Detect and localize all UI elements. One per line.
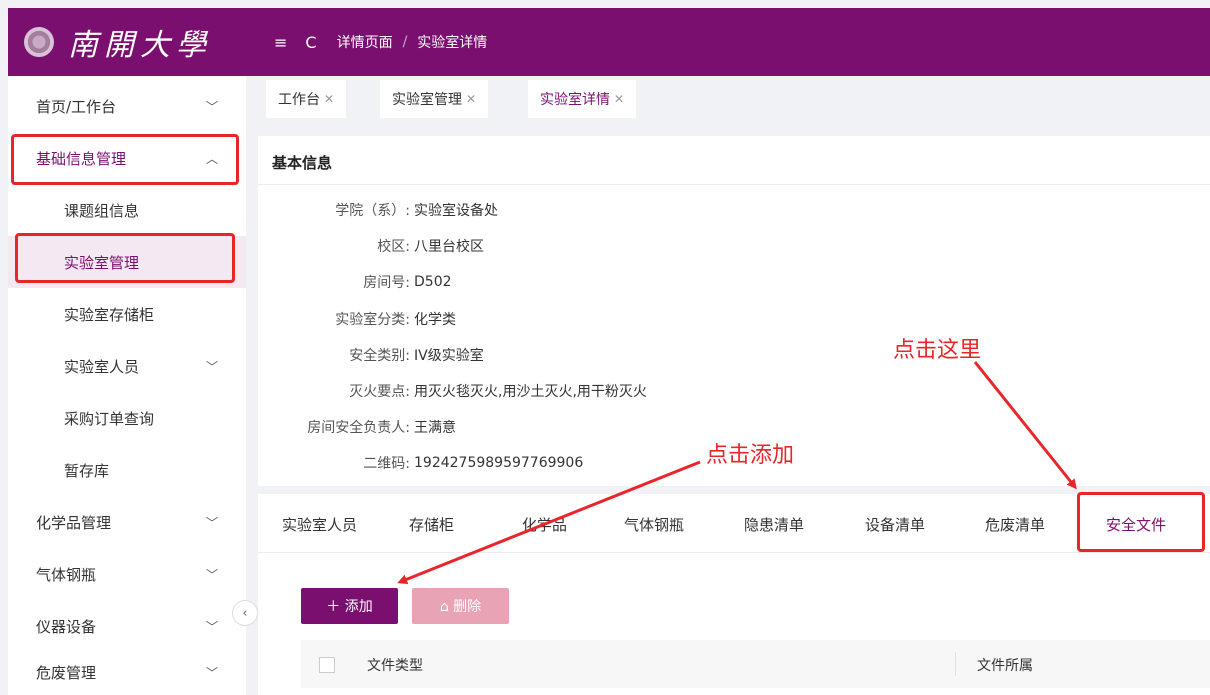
tab-label: 实验室管理 [392, 92, 462, 108]
annotation-box-safety-documents [1077, 492, 1205, 552]
tab-label: 实验室详情 [540, 92, 610, 108]
chevron-down-icon: ﹀ [206, 665, 219, 680]
page-tabs: 工作台 ✕ 实验室管理 ✕ 实验室详情 ✕ [258, 80, 1210, 120]
sidebar-item-chemicals[interactable]: 化学品管理 ﹀ [8, 496, 246, 548]
breadcrumb-item-detail-page[interactable]: 详情页面 [337, 32, 393, 52]
sidebar-item-label: 首页/工作台 [36, 97, 117, 116]
subtab-chemicals[interactable]: 化学品 [522, 514, 567, 535]
tab-workbench[interactable]: 工作台 ✕ [266, 80, 347, 118]
annotation-box-basic-info [11, 134, 239, 185]
sidebar-item-label: 课题组信息 [64, 201, 140, 220]
sidebar-item-label: 气体钢瓶 [36, 565, 97, 584]
annotation-click-here: 点击这里 [893, 338, 982, 363]
sidebar-item-lab-cabinet[interactable]: 实验室存储柜 [8, 288, 246, 340]
annotation-box-lab-management [15, 233, 235, 283]
basic-info-card: 基本信息 学院（系）: 实验室设备处 校区: 八里台校区 房间号: D502 实… [258, 136, 1210, 486]
sidebar-item-label: 实验室存储柜 [64, 305, 155, 324]
info-value: 王满意 [414, 420, 456, 436]
sidebar-item-lab-personnel[interactable]: 实验室人员 ﹀ [8, 340, 246, 392]
info-label: 二维码: [363, 456, 410, 472]
column-divider [955, 652, 956, 676]
tab-lab-detail[interactable]: 实验室详情 ✕ [528, 80, 637, 118]
tab-label: 工作台 [278, 92, 320, 108]
sidebar-item-project-group[interactable]: 课题组信息 [8, 184, 246, 236]
divider [258, 184, 1210, 185]
column-header-file-owner: 文件所属 [977, 658, 1033, 674]
subtab-cabinets[interactable]: 存储柜 [409, 514, 454, 535]
info-row-safety-class: 安全类别: IV级实验室 [258, 341, 858, 369]
subtab-gas-cylinders[interactable]: 气体钢瓶 [624, 514, 684, 535]
refresh-icon[interactable]: C [305, 33, 316, 52]
card-title: 基本信息 [272, 154, 333, 172]
logo: 南開大學 [8, 20, 256, 64]
sidebar-item-temp-storage[interactable]: 暂存库 [8, 444, 246, 496]
column-header-file-type: 文件类型 [367, 658, 423, 674]
chevron-down-icon: ﹀ [206, 567, 219, 582]
chevron-down-icon: ﹀ [206, 99, 219, 114]
info-label: 实验室分类: [335, 312, 410, 328]
info-row-fire-points: 灭火要点: 用灭火毯灭火,用沙土灭火,用干粉灭火 [258, 377, 858, 405]
info-label: 房间号: [363, 275, 410, 291]
chevron-down-icon: ﹀ [206, 359, 219, 374]
subtab-lab-personnel[interactable]: 实验室人员 [282, 514, 357, 535]
sidebar-item-label: 实验室人员 [64, 357, 140, 376]
sidebar-item-instruments[interactable]: 仪器设备 ﹀ [8, 600, 246, 652]
delete-button[interactable]: ⌂ 删除 [412, 588, 509, 624]
university-seal-icon [24, 27, 54, 57]
sidebar-collapse-icon[interactable]: ‹ [232, 600, 258, 626]
breadcrumb-item-lab-detail: 实验室详情 [417, 35, 488, 51]
info-value: IV级实验室 [414, 348, 484, 364]
info-value: 化学类 [414, 312, 456, 328]
info-label: 学院（系）: [335, 203, 410, 219]
info-label: 安全类别: [349, 348, 410, 364]
sidebar-item-hazardous-waste[interactable]: 危废管理 ﹀ [8, 646, 246, 695]
info-value: 实验室设备处 [414, 203, 498, 219]
sidebar-item-label: 采购订单查询 [64, 409, 155, 428]
close-icon[interactable]: ✕ [614, 92, 624, 106]
annotation-click-add: 点击添加 [706, 443, 795, 468]
sidebar-item-home[interactable]: 首页/工作台 ﹀ [8, 80, 246, 132]
detail-tabs-panel: 实验室人员 存储柜 化学品 气体钢瓶 隐患清单 设备清单 危废清单 安全文件 ＋… [258, 494, 1210, 695]
info-row-room: 房间号: D502 [258, 268, 858, 296]
breadcrumb-separator: / [402, 34, 408, 50]
logo-text: 南開大學 [68, 28, 212, 63]
table-header: 文件类型 文件所属 [301, 640, 1210, 688]
info-value: D502 [414, 274, 452, 290]
info-label: 灭火要点: [349, 384, 410, 400]
info-label: 校区: [377, 239, 410, 255]
divider [258, 552, 1210, 553]
sidebar-item-label: 暂存库 [64, 461, 110, 480]
close-icon[interactable]: ✕ [324, 92, 334, 106]
add-button[interactable]: ＋ 添加 [301, 588, 398, 624]
info-row-campus: 校区: 八里台校区 [258, 232, 858, 260]
sidebar-item-label: 化学品管理 [36, 513, 112, 532]
chevron-down-icon: ﹀ [206, 515, 219, 530]
breadcrumb: 详情页面 / 实验室详情 [337, 32, 488, 52]
select-all-checkbox[interactable] [319, 657, 335, 673]
menu-toggle-icon[interactable]: ≡ [274, 33, 287, 52]
subtab-equipment[interactable]: 设备清单 [865, 514, 925, 535]
info-value: 八里台校区 [414, 239, 484, 255]
info-value: 1924275989597769906 [414, 455, 584, 471]
top-header: 南開大學 ≡ C 详情页面 / 实验室详情 [8, 8, 1210, 76]
sidebar-item-label: 仪器设备 [36, 617, 97, 636]
info-value: 用灭火毯灭火,用沙土灭火,用干粉灭火 [414, 384, 647, 400]
sidebar-item-label: 危废管理 [36, 663, 97, 682]
info-label: 房间安全负责人: [307, 420, 410, 436]
sidebar-item-gas-cylinders[interactable]: 气体钢瓶 ﹀ [8, 548, 246, 600]
tab-lab-management[interactable]: 实验室管理 ✕ [380, 80, 489, 118]
info-row-category: 实验室分类: 化学类 [258, 305, 858, 333]
chevron-down-icon: ﹀ [206, 619, 219, 634]
sidebar-item-purchase-orders[interactable]: 采购订单查询 [8, 392, 246, 444]
app-window: 南開大學 ≡ C 详情页面 / 实验室详情 首页/工作台 ﹀ 基础信息管理 ︿ … [0, 0, 1210, 695]
subtab-hazards[interactable]: 隐患清单 [744, 514, 804, 535]
subtab-hazardous-waste[interactable]: 危废清单 [985, 514, 1045, 535]
close-icon[interactable]: ✕ [466, 92, 476, 106]
info-row-college: 学院（系）: 实验室设备处 [258, 196, 858, 224]
